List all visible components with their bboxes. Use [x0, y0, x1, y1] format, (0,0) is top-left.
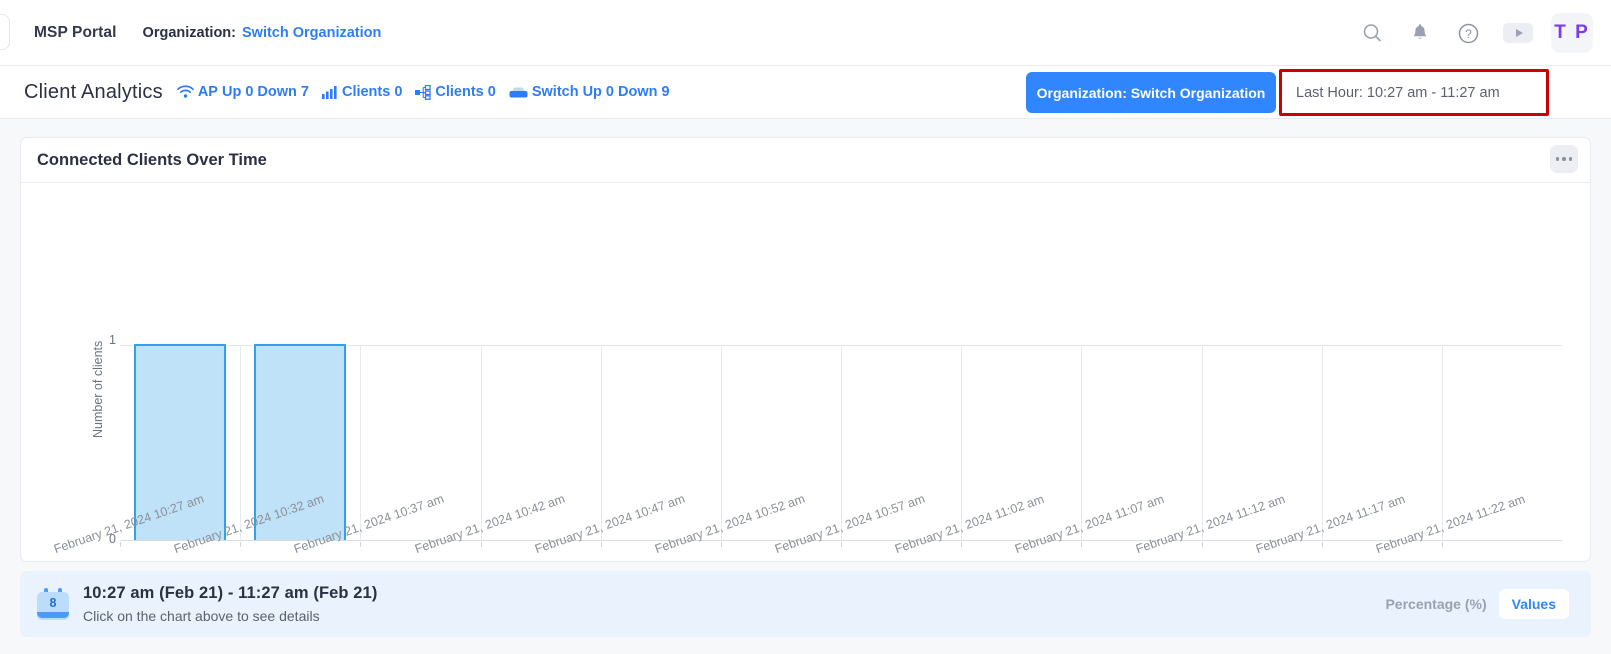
top-bar-actions: ? T P — [1359, 0, 1593, 66]
status-ap-up: Up 0 — [222, 84, 253, 100]
page-title: Client Analytics — [24, 81, 163, 104]
status-switch-up: Up 0 — [583, 84, 614, 100]
calendar-icon: 8 — [37, 588, 69, 620]
status-ap-label: AP — [198, 84, 218, 100]
chart-gridline — [961, 346, 962, 540]
status-wired-clients[interactable]: Clients 0 — [415, 84, 495, 100]
toggle-percentage[interactable]: Percentage (%) — [1373, 596, 1498, 612]
organization-selector: Organization: Switch Organization — [143, 25, 382, 41]
switch-organization-link[interactable]: Switch Organization — [242, 25, 381, 41]
status-wireless-clients[interactable]: Clients 0 — [322, 84, 402, 100]
card-title: Connected Clients Over Time — [37, 151, 267, 170]
chart-gridline — [841, 346, 842, 540]
search-icon[interactable] — [1359, 20, 1385, 46]
chart-gridline — [360, 346, 361, 540]
chart-gridline — [1442, 346, 1443, 540]
status-switch-down: Down 9 — [618, 84, 670, 100]
bell-icon[interactable] — [1407, 20, 1433, 46]
switch-icon — [509, 86, 528, 99]
more-options-icon[interactable] — [1550, 145, 1578, 173]
selected-range-label: 10:27 am (Feb 21) - 11:27 am (Feb 21) — [83, 584, 377, 603]
status-wireless-clients-label: Clients 0 — [342, 84, 402, 100]
toggle-values[interactable]: Values — [1499, 589, 1569, 619]
chart-gridline — [1322, 346, 1323, 540]
chart-gridline — [1202, 346, 1203, 540]
chart-gridline — [1081, 346, 1082, 540]
chart-gridline — [601, 346, 602, 540]
wifi-icon — [177, 85, 194, 99]
chart-y-axis-label: Number of clients — [91, 341, 105, 438]
chart-gridline — [721, 346, 722, 540]
device-status-summary: AP Up 0 Down 7 Clients 0 Clients 0 Switc… — [177, 84, 670, 100]
status-ap-down: Down 7 — [257, 84, 309, 100]
chart-gridline — [481, 346, 482, 540]
signal-bars-icon — [322, 85, 338, 99]
chart-y-tick-max: 1 — [76, 333, 116, 347]
status-switch[interactable]: Switch Up 0 Down 9 — [509, 84, 670, 100]
status-switch-label: Switch — [532, 84, 579, 100]
time-range-selector[interactable]: Last Hour: 10:27 am - 11:27 am — [1285, 75, 1543, 110]
avatar[interactable]: T P — [1551, 13, 1593, 53]
connected-clients-chart[interactable]: Number of clients 1 0 February 21, 2024 … — [21, 183, 1590, 561]
switch-organization-button[interactable]: Organization: Switch Organization — [1026, 72, 1276, 113]
chart-footer-bar: 8 10:27 am (Feb 21) - 11:27 am (Feb 21) … — [20, 571, 1591, 637]
status-wired-clients-label: Clients 0 — [435, 84, 495, 100]
sidebar-toggle-stub[interactable] — [0, 14, 10, 50]
help-circle-icon[interactable]: ? — [1455, 20, 1481, 46]
card-header: Connected Clients Over Time — [21, 138, 1590, 183]
svg-text:?: ? — [1465, 27, 1472, 41]
page-content-area: Connected Clients Over Time Number of cl… — [0, 119, 1611, 654]
organization-label: Organization: — [143, 25, 236, 41]
connected-clients-card: Connected Clients Over Time Number of cl… — [20, 137, 1591, 562]
chart-hint-text: Click on the chart above to see details — [83, 608, 377, 624]
status-ap[interactable]: AP Up 0 Down 7 — [177, 84, 309, 100]
app-brand-title: MSP Portal — [34, 24, 117, 42]
calendar-day-number: 8 — [37, 596, 69, 610]
value-mode-toggle: Percentage (%) Values — [1373, 589, 1569, 619]
chart-gridline — [240, 346, 241, 540]
top-navigation-bar: MSP Portal Organization: Switch Organiza… — [0, 0, 1611, 66]
network-nodes-icon — [415, 85, 431, 100]
video-play-icon[interactable] — [1503, 23, 1533, 43]
footer-text-block: 10:27 am (Feb 21) - 11:27 am (Feb 21) Cl… — [83, 584, 377, 624]
